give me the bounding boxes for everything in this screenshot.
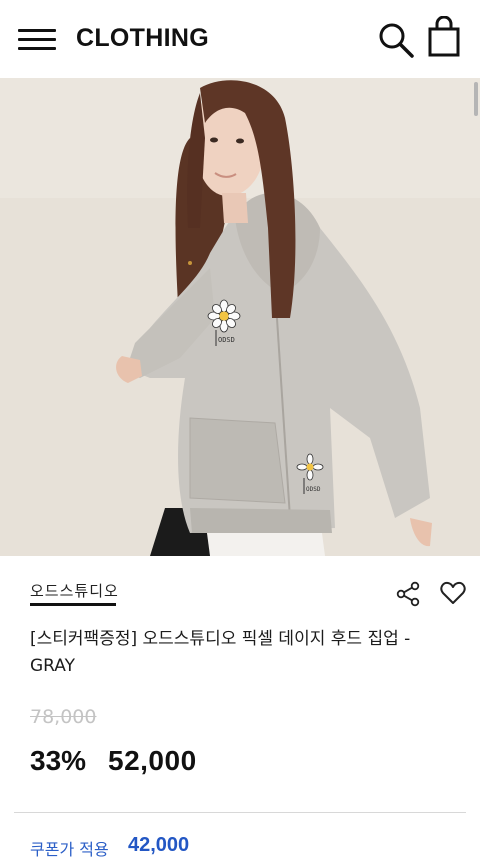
hoodie-logo-text-chest: ODSD: [218, 336, 235, 344]
share-icon[interactable]: [395, 581, 421, 607]
product-name: [스티커팩증정] 오드스튜디오 픽셀 데이지 후드 집업 - GRAY: [30, 629, 411, 676]
brand-link[interactable]: 오드스튜디오: [30, 580, 119, 601]
coupon-label: 쿠폰가 적용: [30, 840, 109, 859]
sale-price: 52,000: [108, 745, 197, 776]
app-header: CLOTHING: [0, 0, 480, 78]
shopping-bag-icon[interactable]: [427, 16, 461, 58]
hamburger-menu-icon[interactable]: [18, 27, 56, 53]
original-price: 78,000: [30, 706, 97, 728]
model-photo-illustration: ODSD ODSD: [0, 78, 480, 556]
menu-bar: [18, 29, 56, 32]
heart-icon[interactable]: [440, 581, 466, 605]
search-icon[interactable]: [376, 20, 416, 60]
coupon-price: 42,000: [128, 834, 190, 856]
menu-bar: [18, 38, 56, 41]
menu-bar: [18, 47, 56, 50]
scrollbar[interactable]: [474, 82, 478, 116]
divider: [14, 812, 466, 813]
page-title: CLOTHING: [76, 24, 209, 52]
hoodie-logo-text-sleeve: ODSD: [306, 486, 321, 493]
product-image[interactable]: ODSD ODSD: [0, 78, 480, 556]
discount-rate: 33%: [30, 745, 87, 776]
brand-underline: [30, 603, 116, 606]
